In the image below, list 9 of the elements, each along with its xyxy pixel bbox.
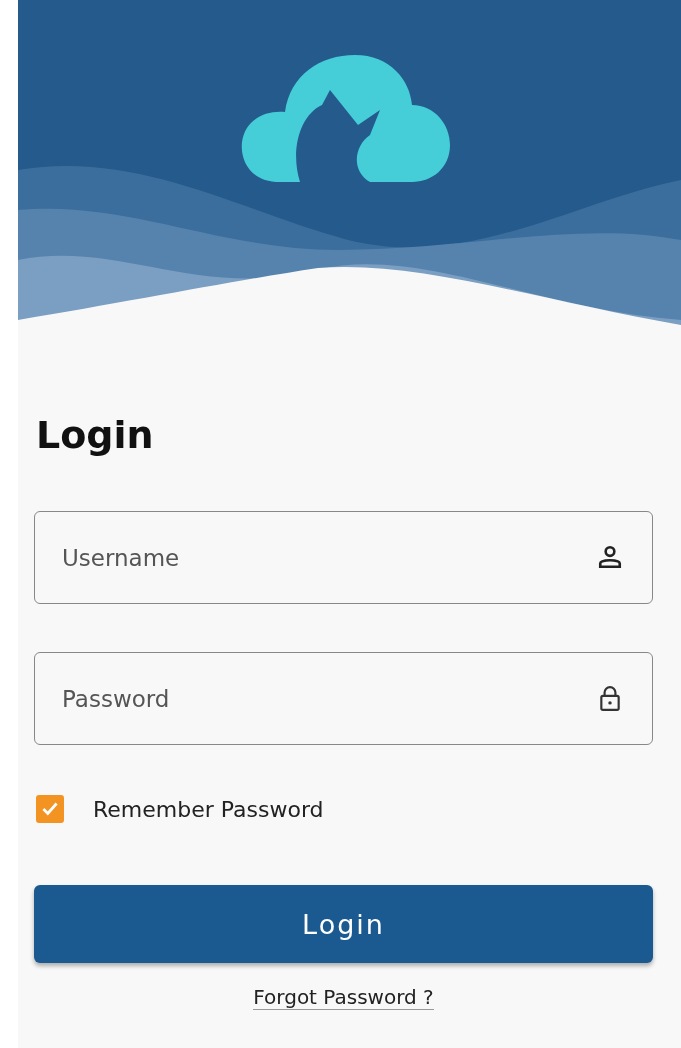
- remember-password-label: Remember Password: [93, 796, 324, 822]
- remember-checkbox[interactable]: [36, 795, 64, 823]
- login-title: Login: [36, 412, 155, 459]
- login-button[interactable]: Login: [34, 885, 653, 963]
- forgot-password-link[interactable]: Forgot Password ?: [253, 985, 434, 1010]
- lock-icon: [597, 685, 623, 711]
- user-icon: [597, 544, 623, 570]
- username-field[interactable]: Username: [34, 511, 653, 604]
- password-field[interactable]: Password: [34, 652, 653, 745]
